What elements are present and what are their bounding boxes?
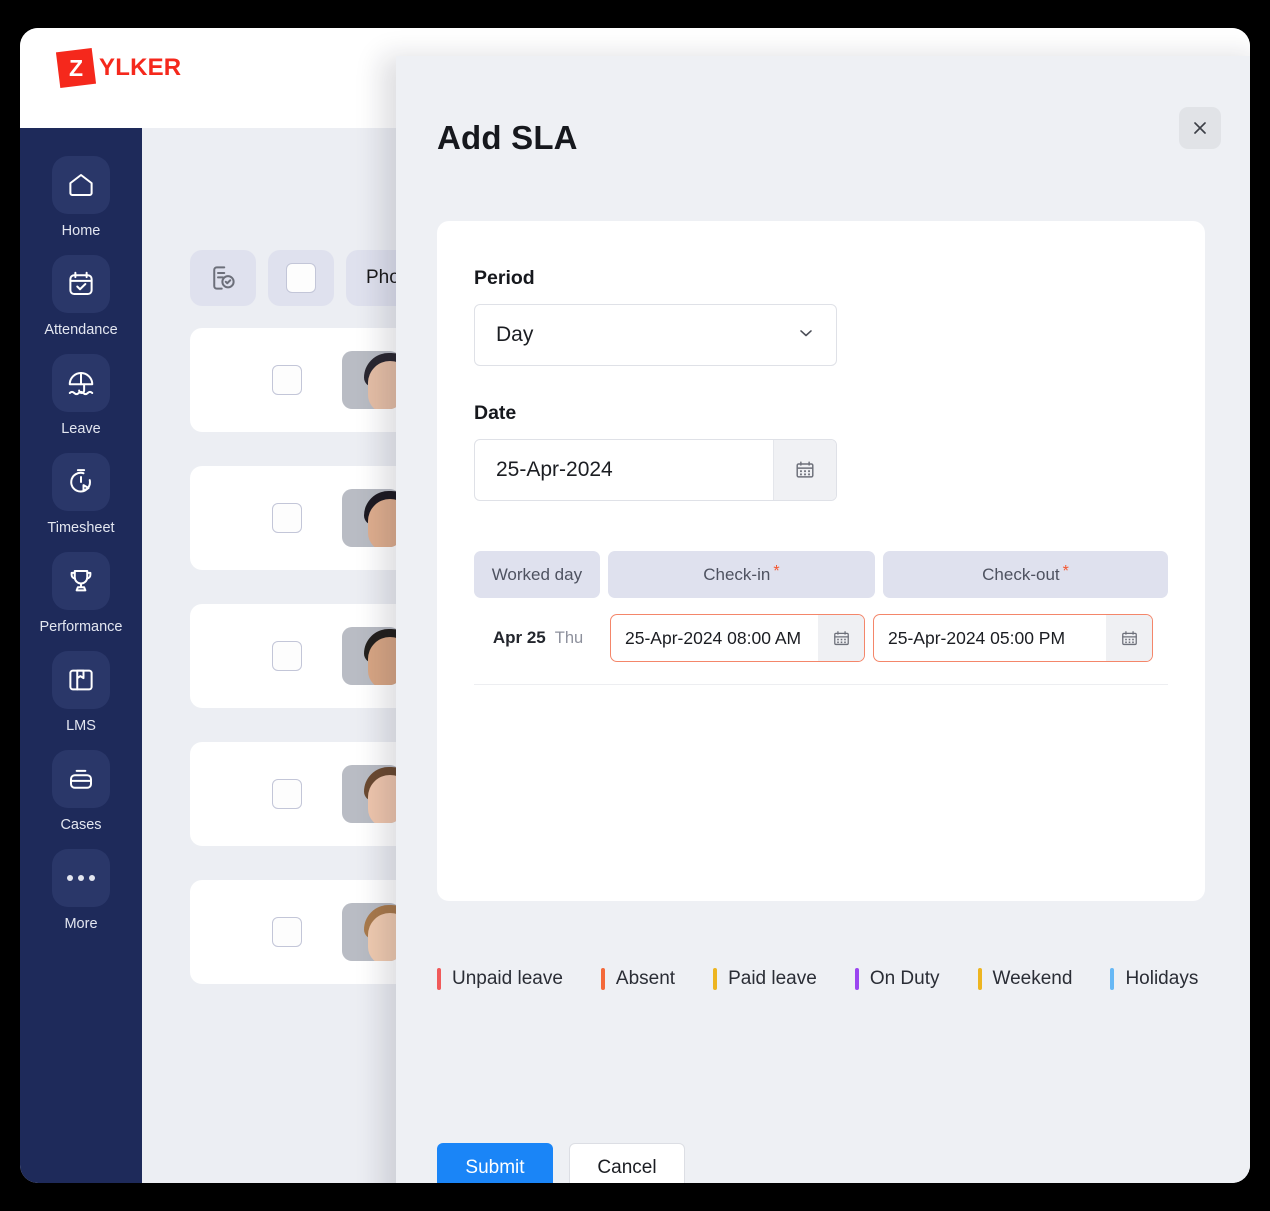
sidebar-item-cases[interactable]: Cases	[31, 750, 131, 833]
avatar	[342, 903, 400, 961]
worked-day-cell: Apr 25 Thu	[474, 628, 602, 648]
stopwatch-play-icon	[52, 453, 110, 511]
period-select[interactable]: Day	[474, 304, 837, 366]
logo-mark-letter: Z	[69, 57, 83, 80]
date-label: Date	[474, 402, 1168, 425]
sidebar-item-label: LMS	[66, 718, 96, 734]
document-check-icon[interactable]	[190, 250, 256, 306]
legend-label: Holidays	[1125, 968, 1198, 990]
sidebar-item-label: Timesheet	[47, 520, 114, 536]
add-sla-modal: Add SLA Period Day Date 25-Apr-2024	[396, 56, 1250, 1183]
logo-mark-icon: Z	[56, 48, 96, 88]
calendar-icon[interactable]	[818, 615, 864, 661]
ellipsis-icon	[52, 849, 110, 907]
beach-umbrella-icon	[52, 354, 110, 412]
logo-text: YLKER	[99, 54, 181, 82]
sidebar-item-timesheet[interactable]: Timesheet	[31, 453, 131, 536]
legend-label: Weekend	[993, 968, 1073, 990]
legend-label: Paid leave	[728, 968, 817, 990]
table-divider	[474, 684, 1168, 685]
trophy-icon	[52, 552, 110, 610]
legend-label: On Duty	[870, 968, 940, 990]
legend-item-absent: Absent	[601, 968, 675, 990]
worked-day-date: Apr 25	[493, 628, 546, 648]
date-field[interactable]: 25-Apr-2024	[474, 439, 837, 501]
worked-day-weekday: Thu	[555, 629, 583, 648]
legend-swatch	[1110, 968, 1114, 990]
modal-footer: Submit Cancel	[437, 1143, 685, 1183]
calendar-icon[interactable]	[1106, 615, 1152, 661]
check-in-field[interactable]: 25-Apr-2024 08:00 AM	[610, 614, 865, 662]
home-icon	[52, 156, 110, 214]
briefcase-icon	[52, 750, 110, 808]
avatar	[342, 627, 400, 685]
period-label: Period	[474, 267, 1168, 290]
required-marker: *	[1063, 564, 1069, 580]
select-all-checkbox[interactable]	[268, 250, 334, 306]
sidebar-item-label: Home	[62, 223, 101, 239]
sidebar-item-label: More	[64, 916, 97, 932]
legend-item-holidays: Holidays	[1110, 968, 1198, 990]
legend-item-unpaid-leave: Unpaid leave	[437, 968, 563, 990]
list-toolbar: Pho	[190, 250, 420, 306]
legend-swatch	[601, 968, 605, 990]
table-row: Apr 25 Thu 25-Apr-2024 08:00 AM 25-Apr-2…	[474, 614, 1168, 662]
sidebar: Home Attendance Leave Timesheet Performa	[20, 128, 142, 1183]
avatar	[342, 351, 400, 409]
row-checkbox[interactable]	[272, 503, 302, 533]
worked-days-table: Worked day Check-in* Check-out* Apr 25 T…	[474, 551, 1168, 685]
sidebar-item-lms[interactable]: LMS	[31, 651, 131, 734]
column-header-worked-day: Worked day	[474, 551, 600, 598]
book-icon	[52, 651, 110, 709]
column-header-check-in: Check-in*	[608, 551, 875, 598]
sidebar-item-attendance[interactable]: Attendance	[31, 255, 131, 338]
legend-swatch	[437, 968, 441, 990]
legend-label: Unpaid leave	[452, 968, 563, 990]
checkbox-box	[286, 263, 316, 293]
row-checkbox[interactable]	[272, 779, 302, 809]
sidebar-item-label: Cases	[60, 817, 101, 833]
row-checkbox[interactable]	[272, 365, 302, 395]
table-header-row: Worked day Check-in* Check-out*	[474, 551, 1168, 598]
sidebar-item-home[interactable]: Home	[31, 156, 131, 239]
page-title: Add SLA	[437, 119, 578, 157]
calendar-check-icon	[52, 255, 110, 313]
legend-item-weekend: Weekend	[978, 968, 1073, 990]
app-window: Z YLKER Home Attendance Leave	[20, 28, 1250, 1183]
check-in-value: 25-Apr-2024 08:00 AM	[611, 615, 818, 661]
date-value: 25-Apr-2024	[475, 440, 773, 500]
chevron-down-icon	[796, 323, 816, 348]
sidebar-item-label: Performance	[39, 619, 122, 635]
period-value: Day	[496, 323, 533, 347]
app-logo[interactable]: Z YLKER	[58, 50, 181, 86]
legend-swatch	[713, 968, 717, 990]
check-out-field[interactable]: 25-Apr-2024 05:00 PM	[873, 614, 1153, 662]
cancel-button[interactable]: Cancel	[569, 1143, 685, 1183]
sidebar-item-label: Leave	[61, 421, 101, 437]
check-out-value: 25-Apr-2024 05:00 PM	[874, 615, 1106, 661]
sidebar-item-leave[interactable]: Leave	[31, 354, 131, 437]
sidebar-item-performance[interactable]: Performance	[31, 552, 131, 635]
form-card: Period Day Date 25-Apr-2024 Worked day	[437, 221, 1205, 901]
row-checkbox[interactable]	[272, 641, 302, 671]
legend-item-paid-leave: Paid leave	[713, 968, 817, 990]
sidebar-item-label: Attendance	[44, 322, 117, 338]
avatar	[342, 489, 400, 547]
legend-label: Absent	[616, 968, 675, 990]
legend-swatch	[855, 968, 859, 990]
legend-swatch	[978, 968, 982, 990]
close-icon[interactable]	[1179, 107, 1221, 149]
sidebar-item-more[interactable]: More	[31, 849, 131, 932]
calendar-icon[interactable]	[773, 440, 836, 500]
submit-button[interactable]: Submit	[437, 1143, 553, 1183]
row-checkbox[interactable]	[272, 917, 302, 947]
avatar	[342, 765, 400, 823]
legend: Unpaid leave Absent Paid leave On Duty W…	[437, 968, 1198, 990]
required-marker: *	[773, 564, 779, 580]
column-header-check-out: Check-out*	[883, 551, 1168, 598]
legend-item-on-duty: On Duty	[855, 968, 940, 990]
